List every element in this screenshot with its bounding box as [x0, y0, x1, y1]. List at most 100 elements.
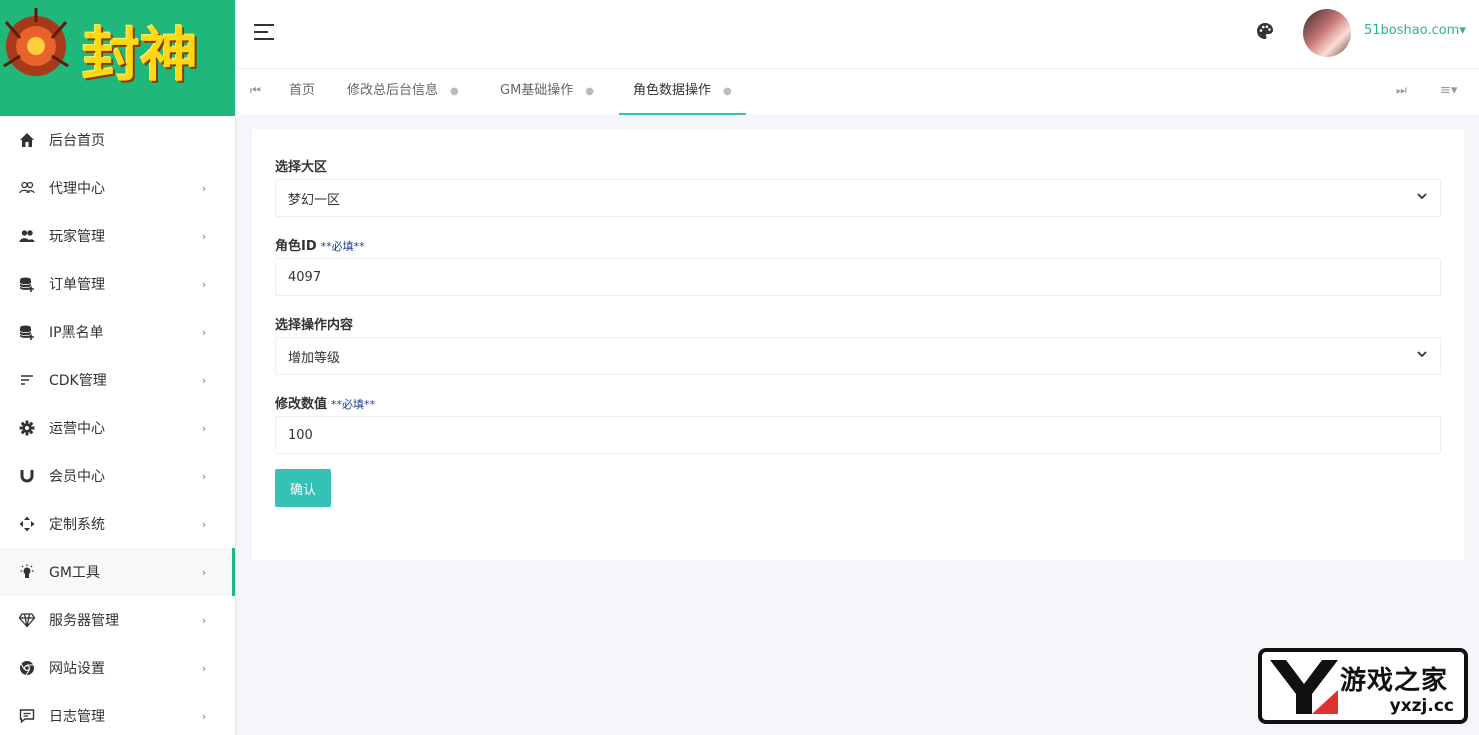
role-id-input-value: 4097	[288, 269, 322, 285]
sidebar-item-label: 网站设置	[49, 661, 105, 677]
tab-bar: ⏮ 首页 修改总后台信息 ● GM基础操作 ● 角色数据操作 ● ⏭ ≡▾	[236, 68, 1479, 115]
operation-select[interactable]: 增加等级	[275, 337, 1441, 375]
sidebar-item-label: 后台首页	[49, 133, 105, 149]
chevron-down-icon	[1417, 193, 1427, 200]
sidebar-item-member-center[interactable]: 会员中心 ›	[0, 452, 235, 500]
sidebar-item-operations-center[interactable]: 运营中心 ›	[0, 404, 235, 452]
chevron-right-icon: ›	[201, 709, 207, 723]
sidebar-item-agent-center[interactable]: 代理中心 ›	[0, 164, 235, 212]
sidebar-item-label: 代理中心	[49, 181, 105, 197]
tab-scroll-left-icon[interactable]: ⏮	[250, 83, 261, 98]
required-hint: **必填**	[320, 240, 365, 253]
tab-scroll-right-icon[interactable]: ⏭	[1396, 83, 1407, 98]
message-icon	[18, 707, 36, 725]
menu-toggle-icon[interactable]	[254, 24, 274, 40]
sidebar-item-label: GM工具	[49, 565, 100, 581]
tab-label: 首页	[289, 83, 316, 98]
sidebar-item-log-management[interactable]: 日志管理 ›	[0, 692, 235, 735]
confirm-button[interactable]: 确认	[275, 469, 331, 507]
amount-input[interactable]: 100	[275, 416, 1441, 454]
region-select-value: 梦幻一区	[288, 192, 341, 208]
watermark-logo-icon	[1270, 660, 1338, 714]
sidebar: 封神 后台首页 代理中心 › 玩家管理 › 订单管理 › IP黑名单 › CDK…	[0, 0, 236, 735]
sidebar-nav: 后台首页 代理中心 › 玩家管理 › 订单管理 › IP黑名单 › CDK管理 …	[0, 116, 235, 735]
chevron-right-icon: ›	[201, 229, 207, 243]
sidebar-item-label: 玩家管理	[49, 229, 105, 245]
database-plus-icon	[18, 275, 36, 293]
magnet-icon	[18, 467, 36, 485]
region-label: 选择大区	[275, 160, 328, 175]
sidebar-item-label: 运营中心	[49, 421, 105, 437]
region-select[interactable]: 梦幻一区	[275, 179, 1441, 217]
chevron-right-icon: ›	[201, 517, 207, 531]
sidebar-item-site-settings[interactable]: 网站设置 ›	[0, 644, 235, 692]
diamond-icon	[18, 611, 36, 629]
list-lines-icon	[18, 371, 36, 389]
tab-label: 修改总后台信息	[347, 83, 439, 98]
tab-label: 角色数据操作	[633, 83, 712, 98]
chevron-right-icon: ›	[201, 613, 207, 627]
chevron-right-icon: ›	[201, 373, 207, 387]
chevron-right-icon: ›	[201, 421, 207, 435]
watermark-domain: yxzj.cc	[1389, 696, 1454, 716]
sidebar-item-server-management[interactable]: 服务器管理 ›	[0, 596, 235, 644]
sidebar-item-ip-blacklist[interactable]: IP黑名单 ›	[0, 308, 235, 356]
chevron-right-icon: ›	[201, 469, 207, 483]
amount-label: 修改数值 **必填**	[275, 393, 375, 412]
required-hint: **必填**	[331, 398, 376, 411]
user-menu[interactable]: 51boshao.com▾	[1364, 23, 1466, 38]
sidebar-item-label: 日志管理	[49, 709, 105, 725]
chevron-right-icon: ›	[201, 325, 207, 339]
watermark: 游戏之家 yxzj.cc	[1258, 648, 1468, 724]
sidebar-item-home[interactable]: 后台首页	[0, 116, 235, 164]
sidebar-item-gm-tools[interactable]: GM工具 ›	[0, 548, 235, 596]
sidebar-item-label: 服务器管理	[49, 613, 119, 629]
operation-label: 选择操作内容	[275, 318, 354, 333]
tab-close-icon[interactable]: ●	[585, 70, 594, 114]
sidebar-item-cdk-management[interactable]: CDK管理 ›	[0, 356, 235, 404]
tab-menu-icon[interactable]: ≡▾	[1440, 83, 1457, 98]
form-panel: 选择大区 梦幻一区 角色ID **必填** 4097 选择操作内容 增加等级 修改…	[252, 129, 1464, 560]
chevron-down-icon	[1417, 351, 1427, 358]
home-icon	[18, 131, 36, 149]
role-id-label-text: 角色ID	[275, 239, 317, 254]
tab-gm-basic-ops[interactable]: GM基础操作 ●	[500, 69, 594, 115]
amount-input-value: 100	[288, 427, 313, 443]
role-id-label: 角色ID **必填**	[275, 235, 365, 254]
bulb-icon	[18, 563, 36, 581]
chevron-right-icon: ›	[201, 661, 207, 675]
watermark-title: 游戏之家	[1340, 666, 1449, 696]
chevron-right-icon: ›	[201, 181, 207, 195]
logo[interactable]: 封神	[0, 0, 235, 116]
sidebar-item-label: IP黑名单	[49, 325, 104, 341]
chevron-right-icon: ›	[201, 565, 207, 579]
tab-role-data-ops[interactable]: 角色数据操作 ●	[619, 69, 746, 115]
move-arrows-icon	[18, 515, 36, 533]
app: 封神 后台首页 代理中心 › 玩家管理 › 订单管理 › IP黑名单 › CDK…	[0, 0, 1479, 735]
topbar: 51boshao.com▾	[236, 0, 1479, 68]
sidebar-item-player-management[interactable]: 玩家管理 ›	[0, 212, 235, 260]
sidebar-item-label: 会员中心	[49, 469, 105, 485]
tab-close-icon[interactable]: ●	[723, 70, 732, 114]
sidebar-item-label: 订单管理	[49, 277, 105, 293]
tab-modify-backend-info[interactable]: 修改总后台信息 ●	[347, 69, 459, 115]
sidebar-item-custom-system[interactable]: 定制系统 ›	[0, 500, 235, 548]
avatar[interactable]	[1303, 9, 1351, 57]
palette-icon[interactable]	[1256, 22, 1274, 40]
chevron-right-icon: ›	[201, 277, 207, 291]
database-plus-icon	[18, 323, 36, 341]
chrome-circle-icon	[18, 659, 36, 677]
sidebar-item-label: 定制系统	[49, 517, 105, 533]
sidebar-item-label: CDK管理	[49, 373, 107, 389]
logo-title: 封神	[82, 21, 199, 89]
users-icon	[18, 227, 36, 245]
sidebar-item-order-management[interactable]: 订单管理 ›	[0, 260, 235, 308]
role-id-input[interactable]: 4097	[275, 258, 1441, 296]
tab-home[interactable]: 首页	[289, 69, 315, 115]
tab-label: GM基础操作	[500, 83, 574, 98]
gear-icon	[18, 419, 36, 437]
tab-close-icon[interactable]: ●	[450, 70, 459, 114]
users-outline-icon	[18, 179, 36, 197]
amount-label-text: 修改数值	[275, 397, 328, 412]
operation-select-value: 增加等级	[288, 350, 341, 366]
